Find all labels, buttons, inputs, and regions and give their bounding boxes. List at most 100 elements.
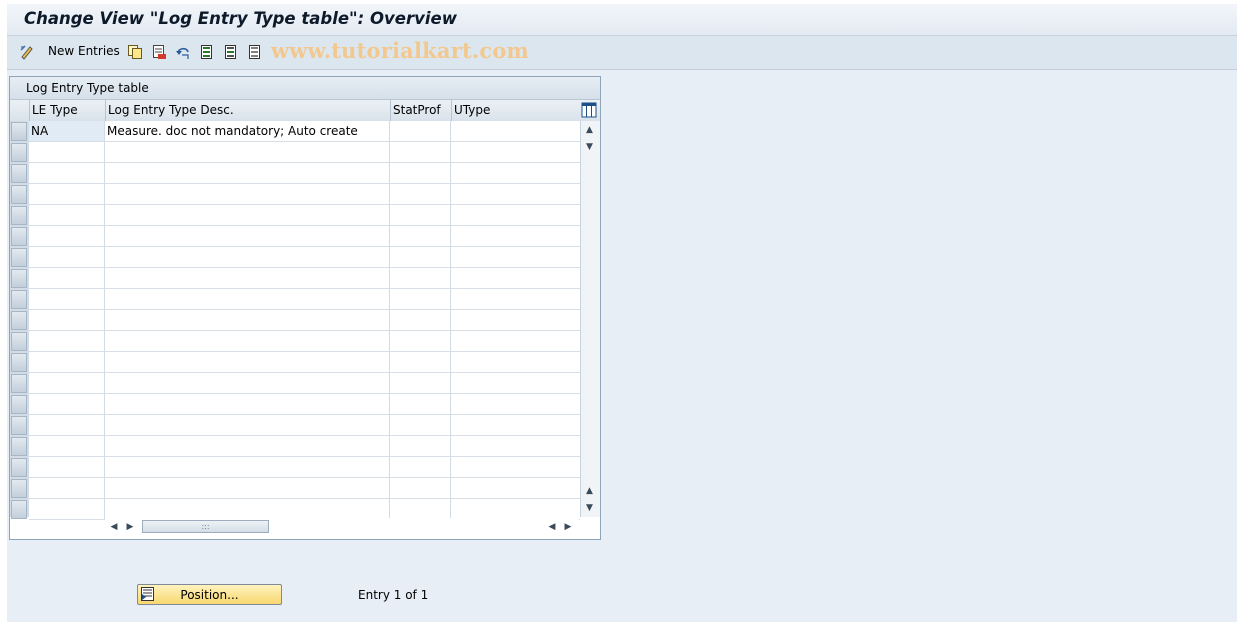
table-cell-desc[interactable] <box>105 436 390 456</box>
table-cell-desc[interactable] <box>105 268 390 288</box>
scroll-right-icon[interactable]: ▶ <box>123 519 137 535</box>
table-cell-desc[interactable] <box>105 331 390 351</box>
new-entries-button[interactable]: New Entries <box>48 44 120 58</box>
table-cell-desc[interactable] <box>105 478 390 498</box>
table-cell-utype[interactable] <box>451 289 580 309</box>
row-selector[interactable] <box>11 395 27 414</box>
column-header-statprof[interactable]: StatProf <box>390 100 452 121</box>
table-cell-le-type[interactable] <box>29 415 105 435</box>
table-cell-statprof[interactable] <box>390 142 451 162</box>
table-cell-utype[interactable] <box>451 268 580 288</box>
select-all-rows-header[interactable] <box>10 100 30 121</box>
table-cell-le-type[interactable] <box>29 310 105 330</box>
copy-icon[interactable] <box>127 44 143 60</box>
row-selector[interactable] <box>11 332 27 351</box>
table-cell-le-type[interactable] <box>29 436 105 456</box>
table-cell-le-type[interactable] <box>29 289 105 309</box>
table-cell-desc[interactable] <box>105 457 390 477</box>
delete-icon[interactable] <box>151 44 167 60</box>
table-cell-statprof[interactable] <box>390 310 451 330</box>
table-cell-statprof[interactable] <box>390 226 451 246</box>
table-cell-le-type[interactable] <box>29 184 105 204</box>
row-selector[interactable] <box>11 164 27 183</box>
table-cell-desc[interactable] <box>105 289 390 309</box>
table-cell-utype[interactable] <box>451 142 580 162</box>
horizontal-scrollbar[interactable]: ◀ ▶ ::: ◀ ▶ <box>105 518 579 536</box>
table-cell-le-type[interactable] <box>29 142 105 162</box>
table-cell-utype[interactable] <box>451 205 580 225</box>
table-cell-statprof[interactable] <box>390 478 451 498</box>
table-cell-utype[interactable] <box>451 415 580 435</box>
table-cell-utype[interactable] <box>451 499 580 519</box>
row-selector[interactable] <box>11 353 27 372</box>
scroll-down-icon[interactable]: ▼ <box>581 139 598 155</box>
row-selector[interactable] <box>11 206 27 225</box>
table-cell-statprof[interactable] <box>390 331 451 351</box>
table-cell-statprof[interactable] <box>390 205 451 225</box>
table-cell-desc[interactable] <box>105 394 390 414</box>
scroll-up-icon[interactable]: ▲ <box>581 122 598 138</box>
scroll-left-icon[interactable]: ◀ <box>107 519 121 535</box>
table-cell-le-type[interactable] <box>29 394 105 414</box>
table-cell-le-type[interactable] <box>29 457 105 477</box>
select-block-icon[interactable] <box>223 44 239 60</box>
vertical-scrollbar[interactable]: ▲ ▼ ▲ ▼ <box>580 121 600 517</box>
table-cell-utype[interactable] <box>451 247 580 267</box>
table-cell-utype[interactable] <box>451 184 580 204</box>
table-cell-le-type[interactable] <box>29 478 105 498</box>
table-cell-desc[interactable] <box>105 247 390 267</box>
table-cell-le-type[interactable] <box>29 352 105 372</box>
row-selector[interactable] <box>11 269 27 288</box>
table-cell-le-type[interactable] <box>29 268 105 288</box>
table-cell-desc[interactable] <box>105 142 390 162</box>
table-cell-utype[interactable] <box>451 310 580 330</box>
table-cell-statprof[interactable] <box>390 352 451 372</box>
table-cell-le-type[interactable] <box>29 205 105 225</box>
table-cell-statprof[interactable] <box>390 247 451 267</box>
undo-icon[interactable] <box>175 44 191 60</box>
table-cell-utype[interactable] <box>451 163 580 183</box>
table-cell-desc[interactable] <box>105 415 390 435</box>
table-cell-statprof[interactable] <box>390 394 451 414</box>
column-header-le-type[interactable]: LE Type <box>29 100 106 121</box>
position-button[interactable]: Position... <box>137 584 282 605</box>
column-header-utype[interactable]: UType <box>451 100 580 121</box>
table-cell-statprof[interactable] <box>390 184 451 204</box>
table-cell-utype[interactable] <box>451 373 580 393</box>
table-cell-utype[interactable] <box>451 394 580 414</box>
table-cell-statprof[interactable] <box>390 415 451 435</box>
row-selector[interactable] <box>11 479 27 498</box>
table-cell-utype[interactable] <box>451 457 580 477</box>
row-selector[interactable] <box>11 248 27 267</box>
select-all-icon[interactable] <box>199 44 215 60</box>
table-cell-utype[interactable] <box>451 331 580 351</box>
table-cell-desc[interactable] <box>105 352 390 372</box>
table-cell-desc[interactable] <box>105 499 390 519</box>
scroll-right-end-icon[interactable]: ▶ <box>561 519 575 535</box>
scroll-page-down-icon[interactable]: ▼ <box>581 500 598 516</box>
table-cell-le-type[interactable] <box>29 226 105 246</box>
deselect-all-icon[interactable] <box>247 44 263 60</box>
table-cell-le-type[interactable]: NA <box>29 121 105 141</box>
table-cell-statprof[interactable] <box>390 373 451 393</box>
table-cell-statprof[interactable] <box>390 289 451 309</box>
row-selector[interactable] <box>11 143 27 162</box>
table-cell-statprof[interactable] <box>390 268 451 288</box>
row-selector[interactable] <box>11 290 27 309</box>
table-cell-desc[interactable] <box>105 226 390 246</box>
table-cell-desc[interactable]: Measure. doc not mandatory; Auto create <box>105 121 390 141</box>
scroll-page-up-icon[interactable]: ▲ <box>581 483 598 499</box>
table-cell-statprof[interactable] <box>390 121 451 141</box>
change-display-icon[interactable] <box>19 44 35 60</box>
row-selector[interactable] <box>11 437 27 456</box>
table-settings-icon[interactable] <box>581 102 597 118</box>
row-selector[interactable] <box>11 227 27 246</box>
row-selector[interactable] <box>11 311 27 330</box>
table-cell-le-type[interactable] <box>29 247 105 267</box>
table-cell-desc[interactable] <box>105 205 390 225</box>
table-cell-desc[interactable] <box>105 373 390 393</box>
table-cell-utype[interactable] <box>451 352 580 372</box>
table-cell-utype[interactable] <box>451 478 580 498</box>
table-cell-statprof[interactable] <box>390 436 451 456</box>
table-cell-desc[interactable] <box>105 163 390 183</box>
